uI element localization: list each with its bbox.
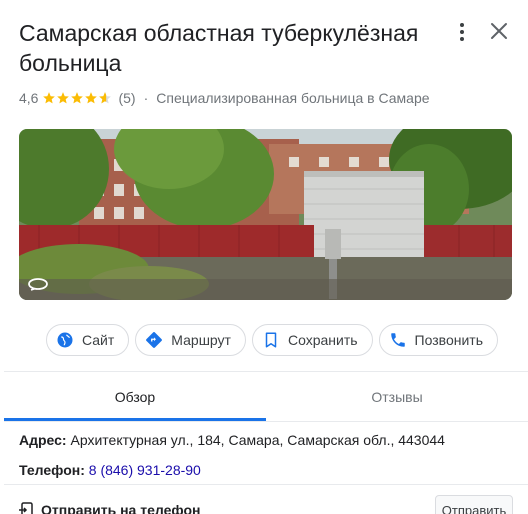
directions-label: Маршрут [171,332,231,348]
send-to-phone-label: Отправить на телефон [41,502,201,514]
divider [4,421,528,422]
star-icon [71,92,84,104]
action-buttons: Сайт Маршрут Сохранить Позвонить [46,324,498,356]
star-icon [43,92,56,104]
phone-row: Телефон: 8 (846) 931-28-90 [19,462,201,478]
globe-icon [57,332,73,348]
call-button[interactable]: Позвонить [378,324,498,356]
divider [4,484,528,485]
tab-overview[interactable]: Обзор [4,372,266,421]
street-view-rotate-icon[interactable] [27,276,49,292]
send-to-phone-row: Отправить на телефон [19,502,200,514]
send-to-phone-icon [19,502,33,514]
website-label: Сайт [82,332,115,348]
separator: · [143,90,149,106]
save-label: Сохранить [287,332,358,348]
rating-value: 4,6 [19,90,39,106]
tab-bar: Обзор Отзывы [4,372,528,421]
phone-link[interactable]: 8 (846) 931-28-90 [89,462,201,478]
directions-button[interactable]: Маршрут [135,324,246,356]
place-photo[interactable] [19,129,512,300]
save-button[interactable]: Сохранить [251,324,373,356]
place-category[interactable]: Специализированная больница в Самаре [156,90,429,106]
star-icon [57,92,70,104]
directions-icon [146,332,163,348]
street-view-image [19,129,512,300]
star-icon [85,92,98,104]
phone-label: Телефон: [19,462,85,478]
review-count[interactable]: (5) [118,90,135,106]
place-title: Самарская областная туберкулёзная больни… [19,20,419,76]
call-label: Позвонить [414,332,483,348]
address-value[interactable]: Архитектурная ул., 184, Самара, Самарска… [71,432,445,448]
more-options-icon[interactable] [450,20,474,44]
address-row: Адрес: Архитектурная ул., 184, Самара, С… [19,432,445,448]
tab-reviews[interactable]: Отзывы [266,372,528,421]
phone-icon [390,333,405,347]
place-panel: Самарская областная туберкулёзная больни… [4,0,528,514]
rating-stars [42,91,112,105]
rating-row: 4,6 (5) · Специализированная больница в … [19,89,430,107]
half-star-icon [99,92,112,104]
close-icon[interactable] [486,18,512,44]
send-button[interactable]: Отправить [435,495,513,514]
address-label: Адрес: [19,432,67,448]
bookmark-icon [265,332,277,348]
website-button[interactable]: Сайт [46,324,130,356]
